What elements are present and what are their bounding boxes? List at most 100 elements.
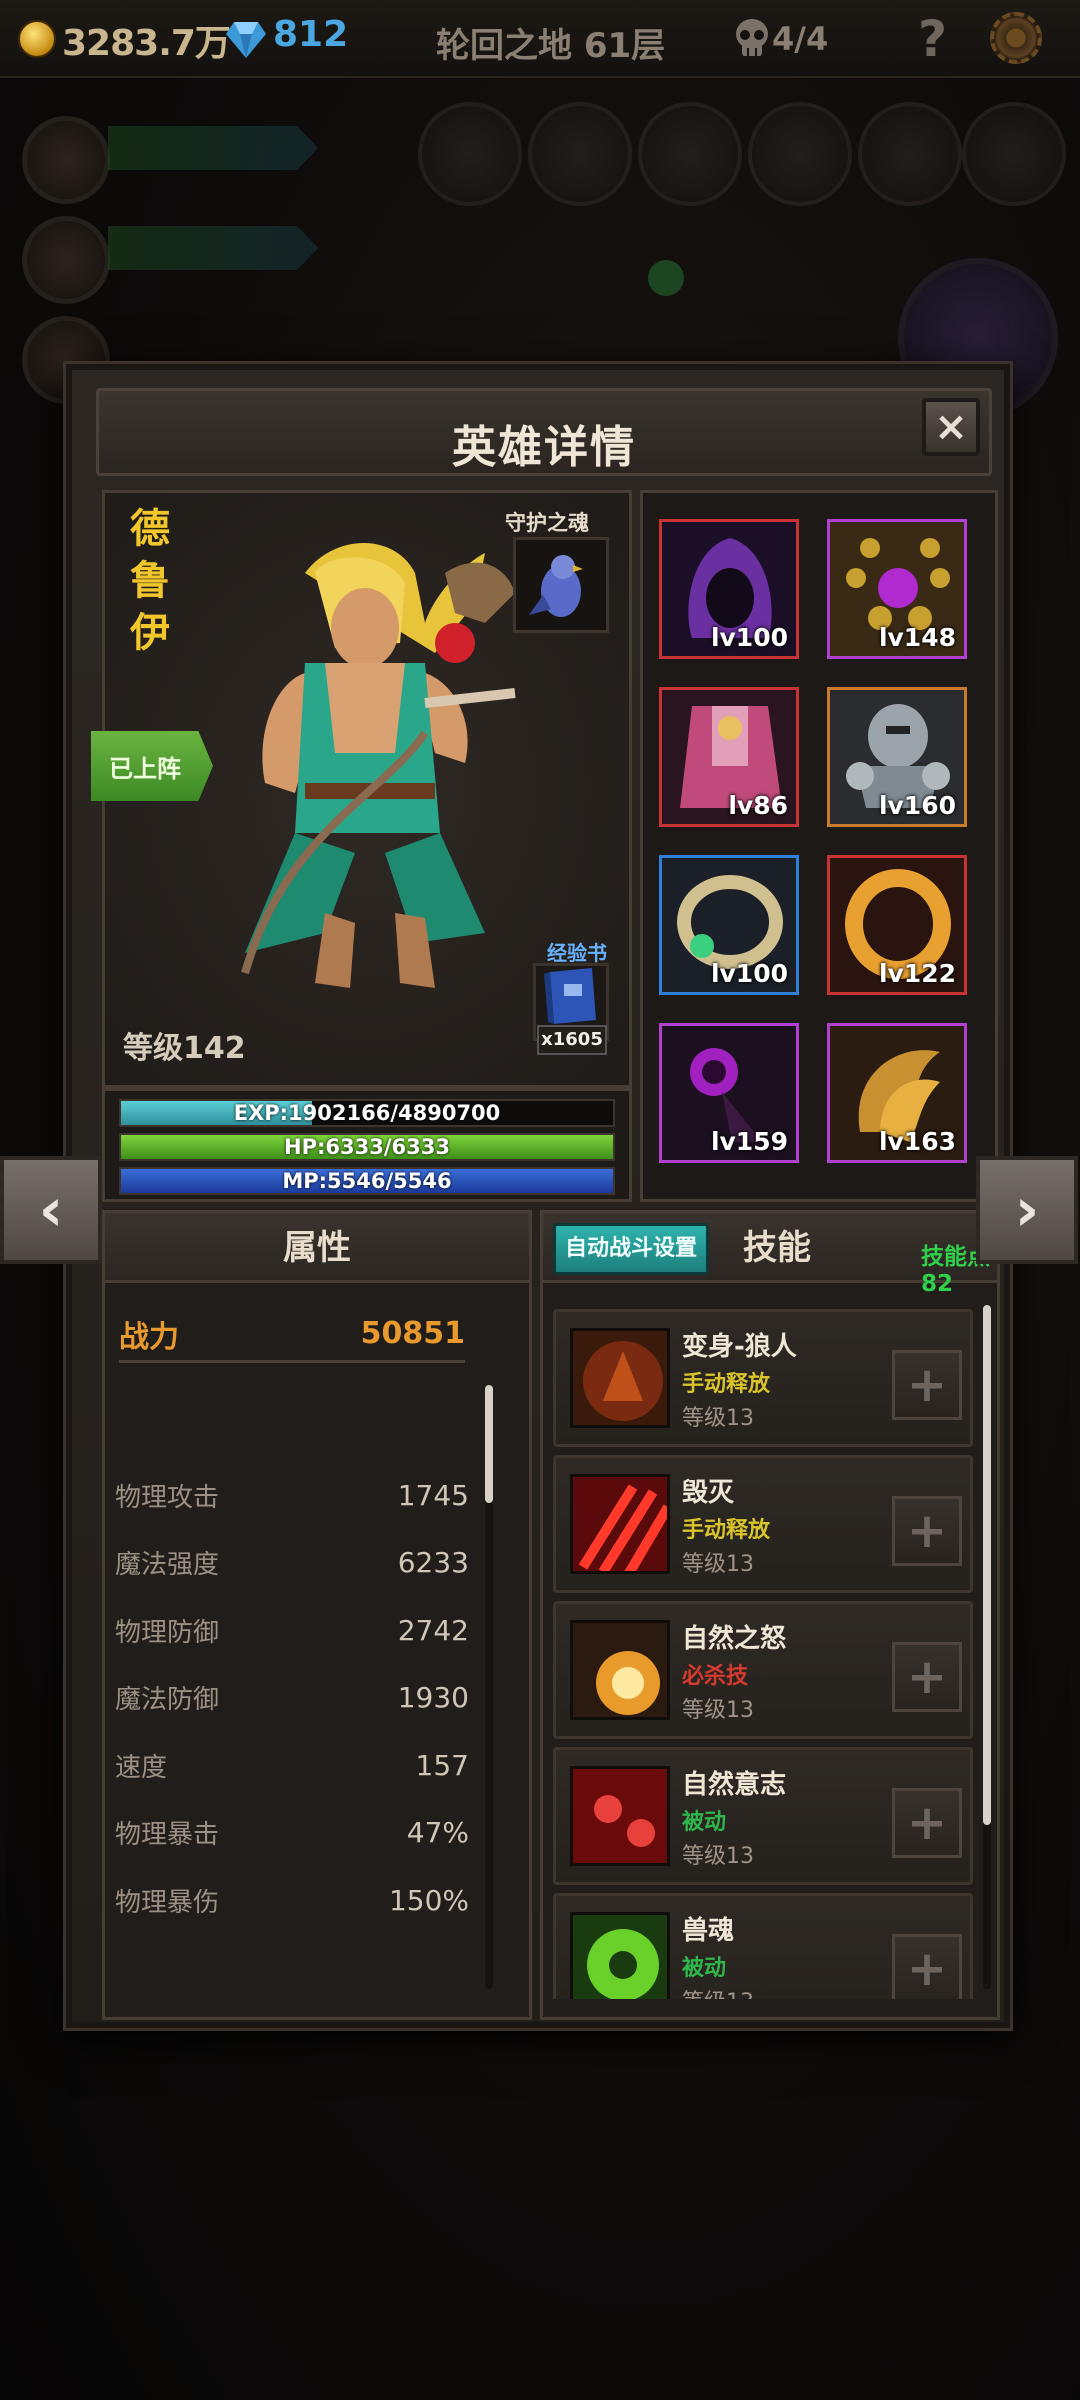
bg-slot bbox=[962, 102, 1066, 206]
attribute-value: 1745 bbox=[397, 1478, 469, 1512]
exp-text: EXP:1902166/4890700 bbox=[233, 1101, 501, 1125]
tab-attributes[interactable]: 属性 bbox=[105, 1213, 529, 1283]
skill-item[interactable]: 兽魂被动等级13 + bbox=[553, 1893, 973, 1999]
equipment-level: lv148 bbox=[878, 623, 956, 652]
skull-icon bbox=[736, 19, 768, 56]
attribute-row: 物理攻击 1745 bbox=[115, 1475, 469, 1515]
skill-level: 等级13 bbox=[682, 1844, 754, 1869]
help-icon[interactable]: ? bbox=[918, 10, 947, 68]
attribute-value: 2742 bbox=[397, 1613, 469, 1647]
plus-icon: + bbox=[906, 1795, 948, 1851]
skill-upgrade-button[interactable]: + bbox=[892, 1934, 962, 1999]
bird-spirit-icon bbox=[529, 555, 583, 617]
skill-upgrade-button[interactable]: + bbox=[892, 1788, 962, 1858]
equipment-slot[interactable]: lv100 bbox=[659, 855, 799, 995]
plus-icon: + bbox=[906, 1503, 948, 1559]
mp-bar: MP:5546/5546 bbox=[119, 1167, 615, 1195]
equipment-slot[interactable]: lv100 bbox=[659, 519, 799, 659]
attribute-label: 物理暴击 bbox=[115, 1820, 220, 1850]
combat-power-label: 战力 bbox=[119, 1319, 179, 1355]
skills-scrollbar-thumb[interactable] bbox=[983, 1305, 991, 1825]
gem-amount: 812 bbox=[273, 14, 349, 55]
equipment-slot[interactable]: lv148 bbox=[827, 519, 967, 659]
plus-icon: + bbox=[906, 1357, 948, 1413]
skills-panel: 自动战斗设置 技能 技能点82 变身-狼人 手动释放 等级13 + 毁灭 手动释放 等级13… bbox=[540, 1210, 1000, 2020]
tab-skills[interactable]: 技能 bbox=[743, 1213, 811, 1283]
skills-tab-bar: 自动战斗设置 技能 技能点82 bbox=[543, 1213, 997, 1297]
equipment-level: lv86 bbox=[728, 791, 788, 820]
equipment-level: lv100 bbox=[710, 623, 788, 652]
gold-coin-icon bbox=[18, 20, 56, 58]
diamond-icon bbox=[226, 22, 266, 58]
skill-type: 手动释放 bbox=[682, 1372, 771, 1397]
skill-item[interactable]: 变身-狼人 手动释放 等级13 + bbox=[553, 1309, 973, 1447]
exp-bar: EXP:1902166/4890700 bbox=[119, 1099, 615, 1127]
skill-item[interactable]: 毁灭 手动释放 等级13 + bbox=[553, 1455, 973, 1593]
exp-book-count: x1605 bbox=[537, 1025, 607, 1055]
bg-slot bbox=[638, 102, 742, 206]
attribute-row: 物理暴伤 150% bbox=[115, 1880, 469, 1920]
wave-counter: 4/4 bbox=[772, 20, 829, 58]
gear-icon[interactable] bbox=[990, 12, 1042, 64]
paw-prints-icon bbox=[570, 1766, 670, 1866]
claw-slash-icon bbox=[570, 1474, 670, 1574]
skill-item[interactable]: 自然之怒 必杀技 等级13 + bbox=[553, 1601, 973, 1739]
combat-power-row: 战力 50851 bbox=[119, 1307, 465, 1363]
plus-icon: + bbox=[906, 1649, 948, 1705]
skill-name: 毁灭 bbox=[682, 1478, 735, 1508]
attribute-row: 速度 157 bbox=[115, 1745, 469, 1785]
equipment-slot[interactable]: lv160 bbox=[827, 687, 967, 827]
skill-level: 等级13 bbox=[682, 1698, 754, 1723]
guardian-soul-slot[interactable] bbox=[513, 537, 609, 633]
modal-title: 英雄详情 bbox=[452, 422, 636, 473]
hero-name: 德 鲁 伊 bbox=[125, 503, 175, 659]
attribute-value: 157 bbox=[415, 1748, 469, 1782]
attribute-value: 150% bbox=[388, 1883, 469, 1917]
stat-bars: EXP:1902166/4890700 HP:6333/6333 MP:5546… bbox=[102, 1088, 632, 1202]
equipment-slot[interactable]: lv159 bbox=[659, 1023, 799, 1163]
hp-text: HP:6333/6333 bbox=[284, 1135, 450, 1159]
skill-upgrade-button[interactable]: + bbox=[892, 1496, 962, 1566]
team-hero-bar bbox=[108, 226, 318, 270]
skill-type: 被动 bbox=[682, 1810, 727, 1835]
skill-name: 兽魂 bbox=[682, 1916, 735, 1946]
hero-druid-portrait bbox=[241, 543, 516, 988]
werewolf-icon bbox=[570, 1328, 670, 1428]
equipment-level: lv160 bbox=[878, 791, 956, 820]
skill-item[interactable]: 自然意志 被动 等级13 + bbox=[553, 1747, 973, 1885]
skill-upgrade-button[interactable]: + bbox=[892, 1642, 962, 1712]
hero-detail-modal: 英雄详情 × 德 鲁 伊 守护之魂 已上阵 经验书 x1605 等级142 EX… bbox=[66, 364, 1010, 2028]
attribute-label: 速度 bbox=[115, 1752, 168, 1783]
skill-level: 等级13 bbox=[682, 1984, 754, 1999]
attribute-label: 魔法防御 bbox=[115, 1685, 220, 1715]
skill-level: 等级13 bbox=[682, 1406, 754, 1431]
skill-upgrade-button[interactable]: + bbox=[892, 1350, 962, 1420]
team-hero-avatar bbox=[22, 216, 110, 304]
hero-level: 等级142 bbox=[123, 1031, 246, 1066]
chevron-left-icon: ‹ bbox=[38, 1175, 64, 1245]
attributes-scrollbar-thumb[interactable] bbox=[485, 1385, 493, 1503]
auto-battle-settings-button[interactable]: 自动战斗设置 bbox=[553, 1223, 709, 1275]
mp-text: MP:5546/5546 bbox=[282, 1169, 452, 1193]
exp-book-label: 经验书 bbox=[547, 941, 607, 965]
equipment-slot[interactable]: lv86 bbox=[659, 687, 799, 827]
equipment-slot[interactable]: lv122 bbox=[827, 855, 967, 995]
hero-name-char: 伊 bbox=[130, 610, 170, 656]
combat-power-value: 50851 bbox=[360, 1316, 465, 1351]
bg-slot bbox=[858, 102, 962, 206]
attribute-value: 6233 bbox=[397, 1546, 469, 1579]
beast-soul-icon bbox=[570, 1912, 670, 1999]
modal-header: 英雄详情 bbox=[96, 388, 992, 476]
team-hero-bar bbox=[108, 126, 318, 170]
blue-book-icon bbox=[544, 968, 596, 1024]
skill-name: 自然之怒 bbox=[682, 1624, 787, 1654]
guardian-soul-label: 守护之魂 bbox=[505, 511, 589, 535]
equipment-slot[interactable]: lv163 bbox=[827, 1023, 967, 1163]
attribute-row: 魔法防御 1930 bbox=[115, 1678, 469, 1718]
next-hero-button[interactable]: › bbox=[976, 1156, 1078, 1264]
stage-label: 轮回之地 61层 bbox=[436, 26, 666, 66]
close-button[interactable]: × bbox=[922, 398, 980, 456]
prev-hero-button[interactable]: ‹ bbox=[0, 1156, 102, 1264]
skill-type: 手动释放 bbox=[682, 1518, 771, 1543]
gold-amount: 3283.7万 bbox=[62, 23, 231, 64]
